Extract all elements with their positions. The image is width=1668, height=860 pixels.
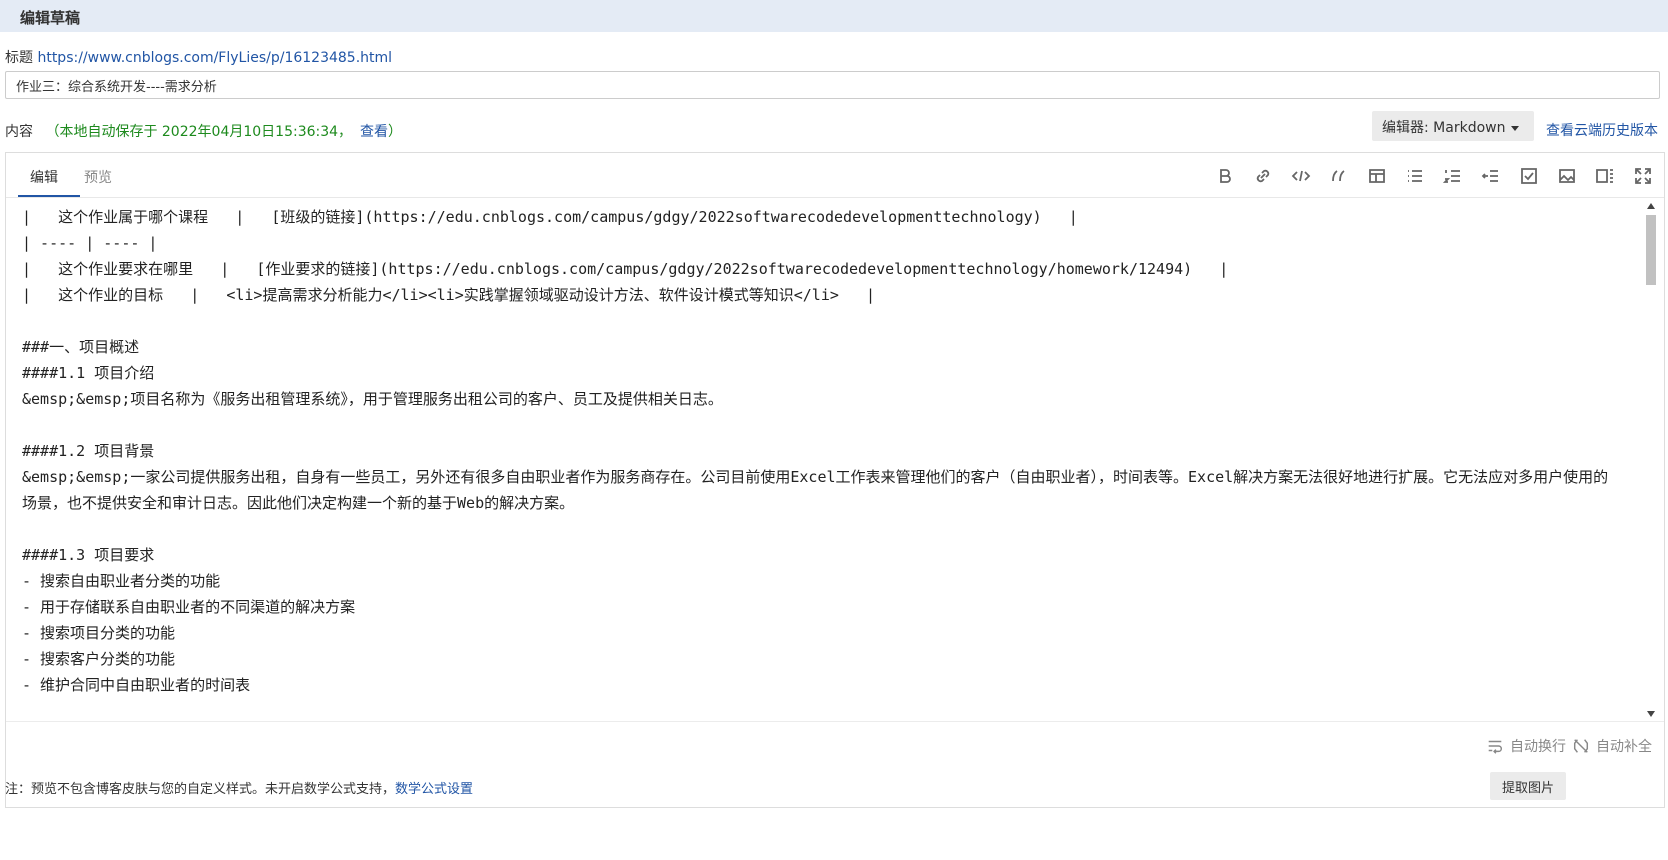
unordered-list-icon[interactable] (1404, 165, 1426, 187)
content-label: 内容 (5, 124, 33, 140)
autocomplete-off-icon (1573, 739, 1589, 753)
math-settings-link[interactable]: 数学公式设置 (395, 782, 473, 797)
footer-note-text: 注：预览不包含博客皮肤与您的自定义样式。未开启数学公式支持， (5, 782, 396, 797)
post-url-link[interactable]: https://www.cnblogs.com/FlyLies/p/161234… (37, 50, 392, 66)
editor-line: - 搜索项目分类的功能 (22, 624, 176, 642)
active-tab-indicator (18, 195, 80, 197)
autosave-view-link[interactable]: 查看 (360, 124, 388, 140)
editor-line: ####1.2 项目背景 (22, 442, 155, 460)
table-icon[interactable] (1366, 165, 1388, 187)
fullscreen-icon[interactable] (1632, 165, 1654, 187)
footer-note: 注：预览不包含博客皮肤与您的自定义样式。未开启数学公式支持，数学公式设置 (5, 778, 473, 797)
editor-line: ###一、项目概述 (22, 338, 140, 356)
editor-line: &emsp;&emsp;一家公司提供服务出租，自身有一些员工，另外还有很多自由职… (22, 468, 1609, 512)
editor-line: - 搜索客户分类的功能 (22, 650, 176, 668)
title-row: 标题 https://www.cnblogs.com/FlyLies/p/161… (5, 47, 392, 67)
editor-type-label: 编辑器: Markdown (1382, 120, 1506, 136)
editor-line: - 维护合同中自由职业者的时间表 (22, 676, 251, 694)
image-icon[interactable] (1556, 165, 1578, 187)
editor-line: - 搜索自由职业者分类的功能 (22, 572, 221, 590)
content-row: 内容 （本地自动保存于 2022年04月10日15:36:34， 查看） (5, 121, 402, 141)
extract-images-button[interactable]: 提取图片 (1490, 772, 1566, 800)
editor-scrollbar[interactable] (1644, 201, 1658, 719)
auto-wrap-toggle[interactable]: 自动换行 (1510, 736, 1566, 756)
editor-line: | 这个作业的目标 | <li>提高需求分析能力</li><li>实践掌握领域驱… (22, 286, 876, 304)
ordered-list-icon[interactable] (1442, 165, 1464, 187)
link-icon[interactable] (1252, 165, 1274, 187)
cloud-history-link[interactable]: 查看云端历史版本 (1546, 120, 1658, 140)
tab-preview[interactable]: 预览 (84, 167, 112, 187)
autosave-status: （本地自动保存于 2022年04月10日15:36:34， 查看） (45, 124, 402, 140)
editor-line: - 用于存储联系自由职业者的不同渠道的解决方案 (22, 598, 356, 616)
auto-complete-toggle[interactable]: 自动补全 (1596, 736, 1652, 756)
markdown-editor: 编辑 预览 | 这个作业属于哪个课程 | [班级的链接](https://edu… (5, 152, 1665, 808)
editor-line: &emsp;&emsp;项目名称为《服务出租管理系统》，用于管理服务出租公司的客… (22, 390, 723, 408)
title-label: 标题 (5, 50, 33, 66)
markdown-textarea[interactable]: | 这个作业属于哪个课程 | [班级的链接](https://edu.cnblo… (22, 204, 1622, 714)
editor-line: ####1.3 项目要求 (22, 546, 155, 564)
split-view-icon[interactable] (1594, 165, 1616, 187)
chevron-down-icon (1511, 125, 1520, 131)
code-icon[interactable] (1290, 165, 1312, 187)
header-bar: 编辑草稿 (0, 0, 1668, 32)
autosave-text: （本地自动保存于 2022年04月10日15:36:34， (45, 124, 353, 140)
editor-line: ####1.1 项目介绍 (22, 364, 155, 382)
editor-toolbar (1214, 165, 1654, 187)
editor-type-dropdown[interactable]: 编辑器: Markdown (1372, 111, 1534, 141)
autosave-close: ） (388, 124, 403, 140)
scrollbar-thumb[interactable] (1646, 215, 1656, 285)
title-input[interactable]: 作业三：综合系统开发----需求分析 (5, 71, 1660, 99)
editor-tabs: 编辑 预览 (6, 153, 1664, 198)
wrap-icon (1488, 740, 1502, 754)
tab-edit[interactable]: 编辑 (30, 167, 58, 187)
checkbox-icon[interactable] (1518, 165, 1540, 187)
scroll-down-icon[interactable] (1647, 711, 1655, 717)
quote-icon[interactable] (1328, 165, 1350, 187)
editor-line: | 这个作业属于哪个课程 | [班级的链接](https://edu.cnblo… (22, 208, 1078, 226)
auto-options: 自动换行 自动补全 (1486, 736, 1652, 756)
editor-line: | ---- | ---- | (22, 234, 158, 252)
page-title: 编辑草稿 (20, 9, 81, 27)
bold-icon[interactable] (1214, 165, 1236, 187)
scroll-up-icon[interactable] (1647, 203, 1655, 209)
editor-line: | 这个作业要求在哪里 | [作业要求的链接](https://edu.cnbl… (22, 260, 1229, 278)
indent-icon[interactable] (1480, 165, 1502, 187)
